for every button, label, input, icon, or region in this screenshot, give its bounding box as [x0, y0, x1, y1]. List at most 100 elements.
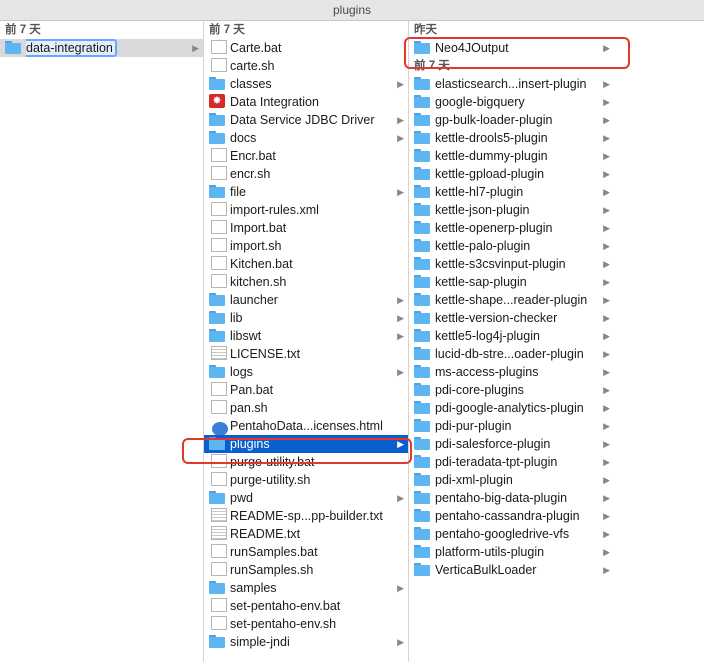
folder-item-kettle-palo-plugin[interactable]: kettle-palo-plugin ▶: [409, 237, 614, 255]
file-item-carte-bat[interactable]: Carte.bat: [204, 39, 408, 57]
item-label: pan.sh: [230, 401, 268, 415]
folder-item-file[interactable]: file ▶: [204, 183, 408, 201]
file-item-purge-utility-sh[interactable]: purge-utility.sh: [204, 471, 408, 489]
folder-icon: [209, 329, 225, 343]
file-item-runsamples-sh[interactable]: runSamples.sh: [204, 561, 408, 579]
folder-item-neo4joutput[interactable]: Neo4JOutput ▶: [409, 39, 614, 57]
file-item-runsamples-bat[interactable]: runSamples.bat: [204, 543, 408, 561]
file-item-pan-sh[interactable]: pan.sh: [204, 399, 408, 417]
item-label: pdi-xml-plugin: [435, 473, 513, 487]
file-item-kitchen-sh[interactable]: kitchen.sh: [204, 273, 408, 291]
folder-item-elasticsearch-insert-plugin[interactable]: elasticsearch...insert-plugin ▶: [409, 75, 614, 93]
folder-item-kettle-json-plugin[interactable]: kettle-json-plugin ▶: [409, 201, 614, 219]
folder-item-pdi-pur-plugin[interactable]: pdi-pur-plugin ▶: [409, 417, 614, 435]
folder-item-data-service-jdbc-driver[interactable]: Data Service JDBC Driver ▶: [204, 111, 408, 129]
file-item-encr-sh[interactable]: encr.sh: [204, 165, 408, 183]
folder-item-pdi-salesforce-plugin[interactable]: pdi-salesforce-plugin ▶: [409, 435, 614, 453]
folder-item-samples[interactable]: samples ▶: [204, 579, 408, 597]
file-item-carte-sh[interactable]: carte.sh: [204, 57, 408, 75]
folder-item-pdi-google-analytics-plugin[interactable]: pdi-google-analytics-plugin ▶: [409, 399, 614, 417]
file-item-readme-sp-pp-builder-txt[interactable]: README-sp...pp-builder.txt: [204, 507, 408, 525]
folder-item-kettle-dummy-plugin[interactable]: kettle-dummy-plugin ▶: [409, 147, 614, 165]
column-1[interactable]: 前 7 天 data-integration ▶: [0, 21, 204, 662]
item-label: kettle-json-plugin: [435, 203, 530, 217]
column-2[interactable]: 前 7 天 Carte.bat carte.sh classes ▶ ✸ Data Int…: [204, 21, 409, 662]
disclosure-arrow-icon: ▶: [603, 457, 610, 467]
folder-item-pwd[interactable]: pwd ▶: [204, 489, 408, 507]
folder-item-pdi-core-plugins[interactable]: pdi-core-plugins ▶: [409, 381, 614, 399]
folder-item-kettle-openerp-plugin[interactable]: kettle-openerp-plugin ▶: [409, 219, 614, 237]
item-label: kettle-dummy-plugin: [435, 149, 548, 163]
item-label: pdi-core-plugins: [435, 383, 524, 397]
folder-item-kettle-s3csvinput-plugin[interactable]: kettle-s3csvinput-plugin ▶: [409, 255, 614, 273]
file-item-encr-bat[interactable]: Encr.bat: [204, 147, 408, 165]
file-item-purge-utility-bat[interactable]: purge-utility.bat: [204, 453, 408, 471]
folder-item-kettle-version-checker[interactable]: kettle-version-checker ▶: [409, 309, 614, 327]
disclosure-arrow-icon: ▶: [397, 115, 404, 125]
disclosure-arrow-icon: ▶: [603, 367, 610, 377]
folder-icon: [414, 311, 430, 325]
folder-item-pentaho-big-data-plugin[interactable]: pentaho-big-data-plugin ▶: [409, 489, 614, 507]
folder-item-docs[interactable]: docs ▶: [204, 129, 408, 147]
folder-item-libswt[interactable]: libswt ▶: [204, 327, 408, 345]
column-3[interactable]: 昨天 Neo4JOutput ▶ 前 7 天 elasticsearch...in…: [409, 21, 614, 662]
folder-item-platform-utils-plugin[interactable]: platform-utils-plugin ▶: [409, 543, 614, 561]
file-item-import-rules-xml[interactable]: import-rules.xml: [204, 201, 408, 219]
folder-icon: [414, 293, 430, 307]
file-item-pan-bat[interactable]: Pan.bat: [204, 381, 408, 399]
folder-item-ms-access-plugins[interactable]: ms-access-plugins ▶: [409, 363, 614, 381]
folder-item-verticabulkloader[interactable]: VerticaBulkLoader ▶: [409, 561, 614, 579]
folder-icon: [209, 635, 225, 649]
file-item-pentahodata-icenses-html[interactable]: PentahoData...icenses.html: [204, 417, 408, 436]
folder-item-kettle-shape-reader-plugin[interactable]: kettle-shape...reader-plugin ▶: [409, 291, 614, 309]
folder-item-kettle-drools5-plugin[interactable]: kettle-drools5-plugin ▶: [409, 129, 614, 147]
file-item-import-bat[interactable]: Import.bat: [204, 219, 408, 237]
folder-item-classes[interactable]: classes ▶: [204, 75, 408, 93]
folder-icon: [414, 95, 430, 109]
folder-item-data-integration[interactable]: data-integration ▶: [0, 39, 203, 57]
folder-icon: [209, 77, 225, 91]
folder-icon: [414, 185, 430, 199]
folder-item-pdi-teradata-tpt-plugin[interactable]: pdi-teradata-tpt-plugin ▶: [409, 453, 614, 471]
folder-item-kettle-gpload-plugin[interactable]: kettle-gpload-plugin ▶: [409, 165, 614, 183]
folder-item-simple-jndi[interactable]: simple-jndi ▶: [204, 633, 408, 651]
item-label: kettle-drools5-plugin: [435, 131, 548, 145]
item-label: lucid-db-stre...oader-plugin: [435, 347, 584, 361]
folder-item-launcher[interactable]: launcher ▶: [204, 291, 408, 309]
folder-item-pentaho-googledrive-vfs[interactable]: pentaho-googledrive-vfs ▶: [409, 525, 614, 543]
folder-item-kettle-sap-plugin[interactable]: kettle-sap-plugin ▶: [409, 273, 614, 291]
file-item-set-pentaho-env-bat[interactable]: set-pentaho-env.bat: [204, 597, 408, 615]
folder-item-google-bigquery[interactable]: google-bigquery ▶: [409, 93, 614, 111]
folder-item-gp-bulk-loader-plugin[interactable]: gp-bulk-loader-plugin ▶: [409, 111, 614, 129]
folder-icon: [414, 131, 430, 145]
file-icon: [211, 562, 227, 576]
disclosure-arrow-icon: ▶: [603, 439, 610, 449]
disclosure-arrow-icon: ▶: [603, 133, 610, 143]
folder-icon: [414, 221, 430, 235]
file-item-set-pentaho-env-sh[interactable]: set-pentaho-env.sh: [204, 615, 408, 633]
folder-item-pdi-xml-plugin[interactable]: pdi-xml-plugin ▶: [409, 471, 614, 489]
file-item-kitchen-bat[interactable]: Kitchen.bat: [204, 255, 408, 273]
file-item-readme-txt[interactable]: README.txt: [204, 525, 408, 543]
folder-item-logs[interactable]: logs ▶: [204, 363, 408, 381]
folder-item-lib[interactable]: lib ▶: [204, 309, 408, 327]
folder-icon: [209, 185, 225, 199]
folder-icon: [209, 131, 225, 145]
disclosure-arrow-icon: ▶: [603, 385, 610, 395]
disclosure-arrow-icon: ▶: [603, 565, 610, 575]
folder-item-kettle-hl7-plugin[interactable]: kettle-hl7-plugin ▶: [409, 183, 614, 201]
disclosure-arrow-icon: ▶: [603, 205, 610, 215]
folder-item-pentaho-cassandra-plugin[interactable]: pentaho-cassandra-plugin ▶: [409, 507, 614, 525]
folder-item-plugins[interactable]: plugins ▶: [204, 435, 408, 453]
item-label: google-bigquery: [435, 95, 525, 109]
item-label: README.txt: [230, 527, 301, 541]
disclosure-arrow-icon: ▶: [603, 187, 610, 197]
item-label: VerticaBulkLoader: [435, 563, 537, 577]
folder-item-kettle5-log4j-plugin[interactable]: kettle5-log4j-plugin ▶: [409, 327, 614, 345]
file-item-import-sh[interactable]: import.sh: [204, 237, 408, 255]
disclosure-arrow-icon: ▶: [603, 79, 610, 89]
disclosure-arrow-icon: ▶: [397, 313, 404, 323]
file-item-license-txt[interactable]: LICENSE.txt: [204, 345, 408, 363]
folder-item-lucid-db-stre-oader-plugin[interactable]: lucid-db-stre...oader-plugin ▶: [409, 345, 614, 363]
file-item-data-integration[interactable]: ✸ Data Integration: [204, 93, 408, 111]
